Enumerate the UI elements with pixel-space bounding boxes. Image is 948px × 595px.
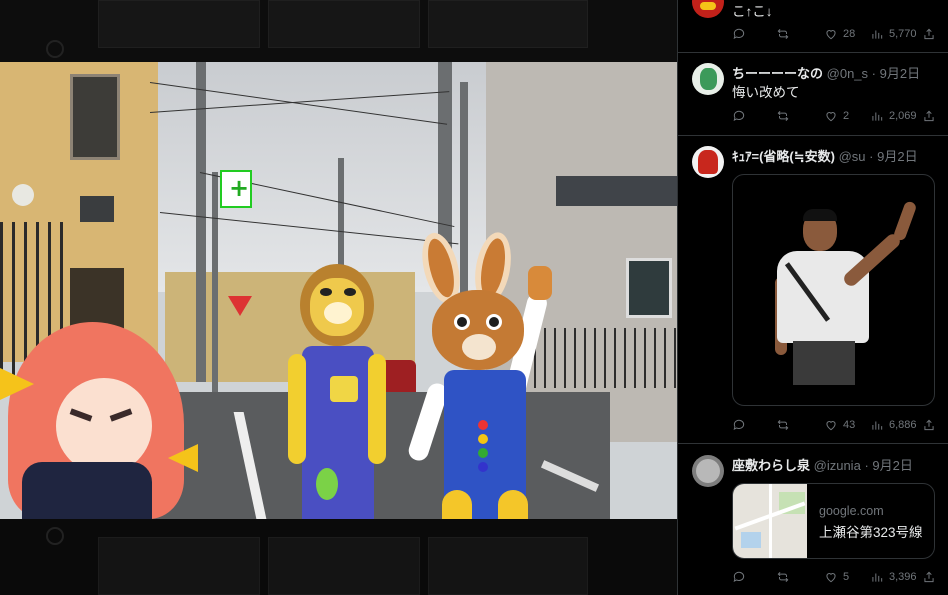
map-thumbnail — [733, 484, 807, 558]
tweet-date[interactable]: 9月2日 — [872, 458, 912, 473]
share-icon — [924, 28, 934, 40]
link-card-domain: google.com — [819, 504, 884, 518]
share-button[interactable] — [922, 25, 936, 43]
pharmacy-sign — [220, 170, 252, 208]
tweet-actions: 2 2,069 — [732, 107, 944, 125]
heart-icon — [826, 421, 836, 431]
lion-mascot — [288, 264, 386, 519]
retweet-icon — [777, 571, 789, 583]
display-name[interactable]: ちーーーーなの — [732, 66, 823, 81]
views-button[interactable]: 6,886 — [870, 416, 917, 434]
views-icon — [872, 421, 883, 430]
tweet[interactable]: ｷｭｱ=(省略(≒安数) @su · 9月2日 43 6,886 — [678, 136, 948, 444]
avatar[interactable] — [692, 63, 724, 95]
reply-icon — [733, 28, 745, 40]
retweet-icon — [777, 110, 789, 122]
anime-sticker — [0, 322, 210, 519]
reply-icon — [733, 110, 745, 122]
tweet[interactable]: こ↑こ↓ 28 5,770 — [678, 0, 948, 53]
tweet[interactable]: 座敷わらし泉 @izunia · 9月2日 google.com 上瀬谷第323… — [678, 444, 948, 595]
user-handle[interactable]: @0n_s — [827, 66, 868, 81]
display-name[interactable]: ｷｭｱ=(省略(≒安数) — [732, 149, 835, 164]
retweet-icon — [777, 419, 789, 431]
share-button[interactable] — [922, 416, 936, 434]
media-photo[interactable] — [0, 62, 677, 519]
user-handle[interactable]: @izunia — [814, 458, 861, 473]
retweet-icon — [777, 28, 789, 40]
reply-icon — [733, 419, 745, 431]
reply-button[interactable] — [732, 416, 751, 434]
share-button[interactable] — [922, 107, 936, 125]
pointing-man-image — [775, 200, 918, 387]
like-button[interactable]: 28 — [824, 25, 855, 43]
avatar[interactable] — [692, 146, 724, 178]
like-button[interactable]: 5 — [824, 568, 849, 586]
retweet-button[interactable] — [776, 416, 795, 434]
display-name[interactable]: 座敷わらし泉 — [732, 458, 810, 473]
share-button[interactable] — [922, 568, 936, 586]
tweet-date[interactable]: 9月2日 — [877, 149, 917, 164]
background-timeline-bottom — [0, 519, 677, 595]
heart-icon — [826, 573, 836, 583]
views-button[interactable]: 5,770 — [870, 25, 917, 43]
heart-icon — [826, 30, 836, 40]
tweet-text: 悔い改めて — [732, 85, 800, 100]
link-card-title: 上瀬谷第323号線 — [819, 525, 923, 540]
link-card[interactable]: google.com 上瀬谷第323号線 — [732, 483, 935, 559]
tweet-date[interactable]: 9月2日 — [880, 66, 920, 81]
user-handle[interactable]: @su — [839, 149, 866, 164]
share-icon — [924, 419, 934, 431]
share-icon — [924, 110, 934, 122]
tweet-media-image[interactable] — [732, 174, 935, 406]
retweet-button[interactable] — [776, 107, 795, 125]
avatar[interactable] — [692, 455, 724, 487]
reply-icon — [733, 571, 745, 583]
views-icon — [872, 30, 883, 39]
tweet-header: ちーーーーなの @0n_s · 9月2日 — [732, 66, 921, 81]
views-button[interactable]: 3,396 — [870, 568, 917, 586]
tweet-text: こ↑こ↓ — [732, 4, 773, 19]
retweet-button[interactable] — [776, 25, 795, 43]
stop-sign — [228, 296, 252, 316]
tweet-actions: 28 5,770 — [732, 25, 944, 43]
retweet-button[interactable] — [776, 568, 795, 586]
views-button[interactable]: 2,069 — [870, 107, 917, 125]
reply-button[interactable] — [732, 568, 751, 586]
like-button[interactable]: 2 — [824, 107, 849, 125]
media-viewer[interactable] — [0, 0, 677, 595]
reply-timeline[interactable]: こ↑こ↓ 28 5,770 ちーーーーなの @0n_s · 9月2日 悔い改めて… — [677, 0, 948, 595]
views-icon — [872, 112, 883, 121]
tweet-actions: 5 3,396 — [732, 568, 944, 586]
views-icon — [872, 573, 883, 582]
avatar[interactable] — [692, 0, 724, 18]
tweet-header: ｷｭｱ=(省略(≒安数) @su · 9月2日 — [732, 149, 918, 164]
like-button[interactable]: 43 — [824, 416, 855, 434]
tweet-header: 座敷わらし泉 @izunia · 9月2日 — [732, 458, 913, 473]
reply-button[interactable] — [732, 25, 751, 43]
reply-button[interactable] — [732, 107, 751, 125]
heart-icon — [826, 112, 836, 122]
rabbit-mascot — [406, 222, 554, 519]
background-timeline-top — [0, 0, 677, 62]
tweet[interactable]: ちーーーーなの @0n_s · 9月2日 悔い改めて 2 2,069 — [678, 53, 948, 136]
tweet-actions: 43 6,886 — [732, 416, 944, 434]
share-icon — [924, 571, 934, 583]
